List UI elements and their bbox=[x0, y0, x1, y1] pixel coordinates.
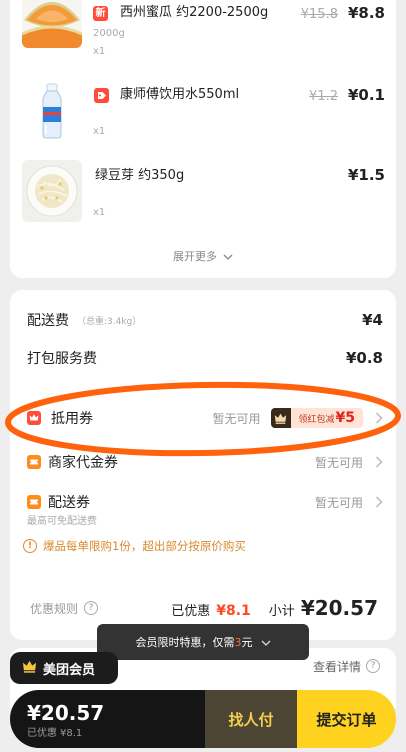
discount-label: 已优惠 bbox=[171, 604, 211, 619]
chevron-down-icon bbox=[261, 636, 271, 649]
promo-amount: ¥5 bbox=[335, 410, 355, 426]
order-total: ¥20.57 bbox=[27, 701, 105, 725]
warning-icon: ! bbox=[23, 539, 37, 553]
product-quantity: x1 bbox=[93, 126, 106, 137]
tooltip-text-after: 元 bbox=[241, 636, 253, 649]
chevron-right-icon bbox=[375, 412, 383, 424]
red-packet-promo[interactable]: 领红包减 ¥5 bbox=[270, 408, 363, 428]
packing-fee-label: 打包服务费 bbox=[27, 351, 97, 367]
checkout-bar: ¥20.57 已优惠 ¥8.1 找人付 提交订单 bbox=[10, 690, 396, 748]
new-badge: 新 bbox=[93, 6, 108, 21]
crown-icon bbox=[22, 659, 37, 678]
details-label: 查看详情 bbox=[312, 659, 361, 674]
membership-details-link[interactable]: 查看详情 ? bbox=[313, 656, 380, 676]
order-total-section: ¥20.57 已优惠 ¥8.1 bbox=[10, 690, 205, 748]
chevron-right-icon bbox=[375, 496, 383, 508]
submit-order-button[interactable]: 提交订单 bbox=[297, 690, 396, 748]
cantaloupe-image bbox=[22, 0, 82, 48]
product-list-card: 新 西州蜜瓜 约2200-2500g 2000g x1 ¥15.8 ¥8.8 康… bbox=[10, 0, 396, 278]
voucher-status: 暂无可用 bbox=[212, 411, 261, 426]
expand-more-button[interactable]: 展开更多 bbox=[10, 248, 396, 264]
footer-discount-label: 已优惠 bbox=[27, 728, 57, 739]
purchase-limit-notice: ! 爆品每单限购1份，超出部分按原价购买 bbox=[23, 536, 246, 556]
coupon-icon bbox=[27, 455, 41, 469]
discount-value: ¥8.1 bbox=[216, 603, 251, 619]
product-name: 绿豆芽 约350g bbox=[95, 168, 185, 183]
total-weight: （总重:3.4kg） bbox=[77, 316, 142, 327]
order-fees-card: 配送费 （总重:3.4kg） ¥4 打包服务费 ¥0.8 抵用券 暂无可用 领红… bbox=[10, 290, 396, 640]
delivery-coupon-note: 最高可免配送费 bbox=[27, 516, 97, 527]
discount-badge-icon bbox=[94, 88, 109, 103]
subtotal-value: ¥20.57 bbox=[300, 596, 378, 620]
original-price: ¥15.8 bbox=[300, 7, 338, 22]
membership-tag: 美团会员 bbox=[10, 652, 118, 684]
packing-fee-value: ¥0.8 bbox=[345, 349, 383, 367]
tooltip-text-before: 会员限时特惠，仅需 bbox=[135, 636, 235, 649]
membership-tag-label: 美团会员 bbox=[43, 662, 96, 678]
delivery-fee-value: ¥4 bbox=[362, 311, 383, 329]
delivery-fee-row: 配送费 （总重:3.4kg） ¥4 bbox=[27, 308, 383, 332]
pay-by-others-button[interactable]: 找人付 bbox=[205, 690, 297, 748]
current-price: ¥1.5 bbox=[347, 166, 385, 184]
merchant-coupon-status: 暂无可用 bbox=[314, 455, 363, 470]
member-offer-tooltip[interactable]: 会员限时特惠，仅需3元 bbox=[97, 624, 309, 660]
packing-fee-row: 打包服务费 ¥0.8 bbox=[27, 346, 383, 370]
current-price: ¥0.1 bbox=[347, 86, 385, 104]
product-name: 康师傅饮用水550ml bbox=[120, 87, 240, 102]
crown-icon bbox=[270, 408, 291, 428]
product-prices: ¥1.2 ¥0.1 bbox=[309, 86, 385, 104]
product-spec: 2000g bbox=[93, 28, 125, 39]
product-prices: ¥15.8 ¥8.8 bbox=[301, 4, 385, 22]
current-price: ¥8.8 bbox=[347, 4, 385, 22]
original-price: ¥1.2 bbox=[309, 89, 338, 104]
bean-sprouts-image bbox=[22, 160, 82, 222]
voucher-label: 抵用券 bbox=[51, 411, 93, 427]
help-icon[interactable]: ? bbox=[84, 601, 99, 615]
promo-chip: 领红包减 ¥5 bbox=[290, 408, 363, 428]
coupon-icon bbox=[27, 495, 41, 509]
tooltip-text: 会员限时特惠，仅需3元 bbox=[136, 634, 253, 650]
chevron-right-icon bbox=[375, 456, 383, 468]
delivery-fee-label: 配送费 bbox=[27, 313, 69, 329]
merchant-coupon-label: 商家代金券 bbox=[48, 455, 118, 471]
delivery-coupon-label: 配送券 bbox=[48, 495, 90, 511]
delivery-coupon-status: 暂无可用 bbox=[314, 495, 363, 510]
product-quantity: x1 bbox=[93, 46, 106, 57]
voucher-row[interactable]: 抵用券 暂无可用 领红包减 ¥5 bbox=[27, 406, 383, 430]
promo-text: 领红包减 bbox=[298, 415, 335, 425]
merchant-coupon-row[interactable]: 商家代金券 暂无可用 bbox=[27, 450, 383, 474]
help-icon[interactable]: ? bbox=[366, 659, 380, 673]
delivery-coupon-row[interactable]: 配送券 暂无可用 bbox=[27, 490, 383, 514]
discount-rules-link[interactable]: 优惠规则 bbox=[30, 600, 78, 617]
voucher-icon bbox=[27, 411, 41, 425]
notice-text: 爆品每单限购1份，超出部分按原价购买 bbox=[43, 539, 246, 553]
order-discount: 已优惠 ¥8.1 bbox=[27, 727, 205, 741]
footer-discount-value: ¥8.1 bbox=[60, 728, 83, 739]
expand-more-label: 展开更多 bbox=[173, 250, 217, 263]
chevron-down-icon bbox=[223, 250, 233, 263]
product-quantity: x1 bbox=[93, 207, 106, 218]
product-prices: ¥1.5 bbox=[348, 166, 385, 184]
summary-totals: 已优惠 ¥8.1 小计 ¥20.57 bbox=[171, 596, 378, 620]
tooltip-highlight: 3 bbox=[234, 636, 242, 649]
product-name: 西州蜜瓜 约2200-2500g bbox=[120, 5, 269, 20]
subtotal-label: 小计 bbox=[268, 604, 295, 619]
order-summary-row: 优惠规则 ? 已优惠 ¥8.1 小计 ¥20.57 bbox=[30, 594, 378, 622]
water-bottle-image bbox=[22, 80, 82, 142]
